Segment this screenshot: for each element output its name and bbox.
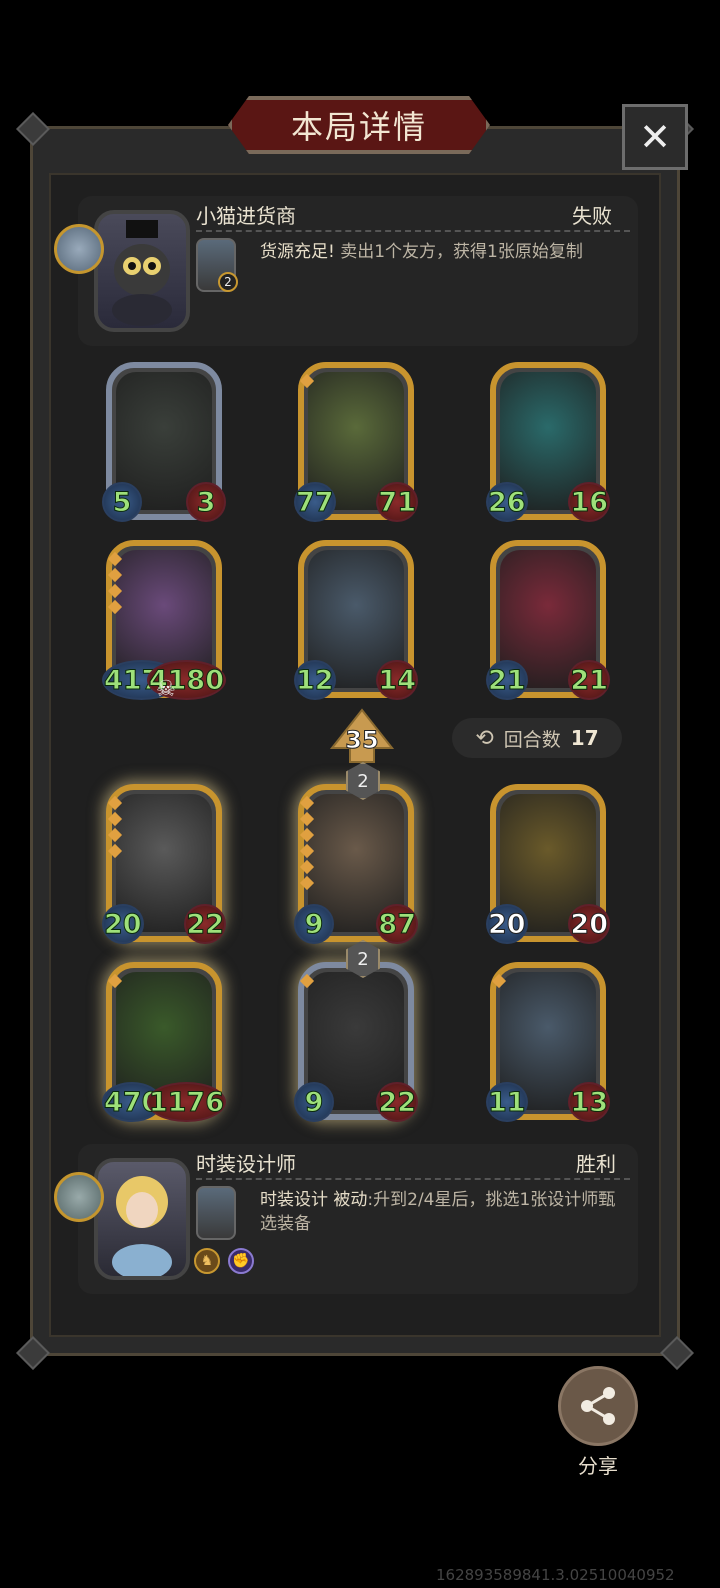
attack-stat: 20: [102, 904, 144, 944]
round-value: 17: [570, 726, 599, 750]
health-stat: 1176: [146, 1082, 226, 1122]
share-icon: [581, 1387, 615, 1425]
build-id: 162893589841.3.02510040952: [436, 1566, 675, 1584]
attack-stat: 20: [486, 904, 528, 944]
unit-card[interactable]: 2 9 87: [294, 762, 418, 944]
skull-icon: ☠: [156, 677, 176, 702]
fashion-designer-icon: [112, 1176, 172, 1276]
round-label: 回合数: [503, 728, 561, 751]
health-stat: 20: [568, 904, 610, 944]
health-stat: 16: [568, 482, 610, 522]
unit-card[interactable]: 11 13: [486, 962, 610, 1122]
opponent-avatar[interactable]: [94, 210, 190, 332]
close-icon: ✕: [639, 115, 671, 159]
health-stat: 3: [186, 482, 226, 522]
health-stat: 71: [376, 482, 418, 522]
unit-card[interactable]: 20 22: [102, 784, 226, 944]
player-skill-tag: 被动: [333, 1190, 368, 1210]
unit-card[interactable]: 20 20: [486, 784, 610, 944]
unit-card[interactable]: 21 21: [486, 540, 610, 700]
attack-stat: 5: [102, 482, 142, 522]
opponent-name: 小猫进货商: [196, 204, 296, 228]
health-stat: 22: [184, 904, 226, 944]
player-name: 时装设计师: [196, 1152, 296, 1176]
divider: [196, 1178, 630, 1180]
attack-stat: 26: [486, 482, 528, 522]
panel-corner-ornament: [660, 1336, 694, 1370]
player-result: 胜利: [576, 1152, 616, 1176]
share-label: 分享: [578, 1454, 618, 1478]
opponent-medal-icon: [54, 224, 104, 274]
share-button[interactable]: [558, 1366, 638, 1446]
player-medal-icon: [54, 1172, 104, 1222]
title-plate: 本局详情: [228, 96, 490, 154]
opponent-skill-icon[interactable]: 2: [196, 238, 238, 292]
skill-level-badge: 2: [218, 272, 238, 292]
beast-trait-icon[interactable]: ♞: [194, 1248, 220, 1274]
divider: [196, 230, 630, 232]
unit-card[interactable]: 4178 4180 ☠: [102, 540, 226, 702]
opponent-skill-title: 货源充足!: [260, 242, 335, 262]
close-button[interactable]: ✕: [622, 104, 688, 170]
opponent-result: 失败: [572, 204, 612, 228]
unit-card[interactable]: 77 71: [294, 362, 418, 522]
player-skill-icon[interactable]: [196, 1186, 236, 1240]
damage-arrow-icon: 35: [330, 708, 394, 763]
unit-card[interactable]: 12 14: [294, 540, 418, 700]
opponent-skill-desc: 卖出1个友方，获得1张原始复制: [340, 242, 583, 262]
health-stat: 13: [568, 1082, 610, 1122]
attack-stat: 12: [294, 660, 336, 700]
unit-card[interactable]: 470 1176: [102, 962, 226, 1122]
unit-card[interactable]: 26 16: [486, 362, 610, 522]
opponent-skill-text: 货源充足! 卖出1个友方，获得1张原始复制: [260, 240, 630, 264]
owl-merchant-icon: [112, 220, 172, 326]
damage-value: 35: [345, 726, 378, 754]
player-avatar[interactable]: [94, 1158, 190, 1280]
page-title: 本局详情: [290, 108, 427, 146]
player-skill-title: 时装设计: [260, 1190, 328, 1210]
round-counter: ⟲ 回合数 17: [452, 718, 622, 758]
panel-corner-ornament: [16, 1336, 50, 1370]
health-stat: 21: [568, 660, 610, 700]
panel-corner-ornament: [16, 112, 50, 146]
health-stat: 14: [376, 660, 418, 700]
attack-stat: 11: [486, 1082, 528, 1122]
attack-stat: 9: [294, 1082, 334, 1122]
health-stat: 87: [376, 904, 418, 944]
attack-stat: 21: [486, 660, 528, 700]
attack-stat: 77: [294, 482, 336, 522]
player-skill-text: 时装设计 被动:升到2/4星后，挑选1张设计师甄选装备: [260, 1188, 630, 1236]
attack-stat: 9: [294, 904, 334, 944]
unit-card[interactable]: 53: [102, 362, 226, 522]
health-stat: 22: [376, 1082, 418, 1122]
unit-card[interactable]: 2 9 22: [294, 940, 418, 1122]
refresh-icon: ⟲: [475, 725, 494, 751]
fist-trait-icon[interactable]: ✊: [228, 1248, 254, 1274]
